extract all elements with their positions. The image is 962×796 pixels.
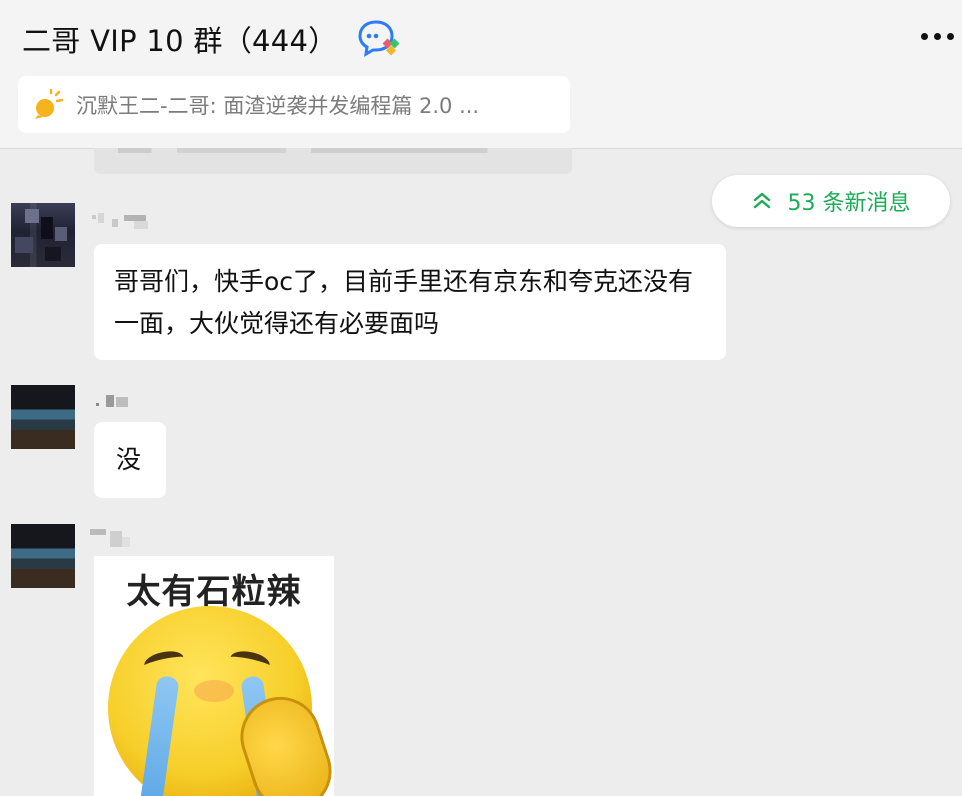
sender-nickname xyxy=(96,393,136,411)
sender-nickname xyxy=(90,527,134,547)
message-bubble[interactable]: 哥哥们，快手oc了，目前手里还有京东和夸克还没有一面，大伙觉得还有必要面吗 xyxy=(94,244,726,360)
new-messages-button[interactable]: 53 条新消息 xyxy=(712,175,950,227)
blurred-content xyxy=(118,148,538,153)
more-dots-icon[interactable] xyxy=(921,33,954,40)
crying-face-sticker[interactable]: 太有石粒辣 xyxy=(94,556,334,796)
chat-header: 二哥 VIP 10 群（444） 沉默王二-二哥: 面渣逆袭并发编程篇 2.0 … xyxy=(0,0,962,149)
previous-message-card[interactable] xyxy=(94,148,572,174)
title-row: 二哥 VIP 10 群（444） xyxy=(22,18,402,60)
avatar[interactable] xyxy=(11,385,75,449)
pinned-message[interactable]: 沉默王二-二哥: 面渣逆袭并发编程篇 2.0 ... xyxy=(18,76,570,133)
message-text: 哥哥们，快手oc了，目前手里还有京东和夸克还没有一面，大伙觉得还有必要面吗 xyxy=(114,267,694,338)
avatar[interactable] xyxy=(11,524,75,588)
bulb-icon xyxy=(32,87,64,121)
double-chevron-up-icon xyxy=(752,191,772,211)
message-bubble[interactable]: 没 xyxy=(94,422,166,498)
tear xyxy=(138,675,180,796)
pinned-text: 沉默王二-二哥: 面渣逆袭并发编程篇 2.0 ... xyxy=(76,93,480,118)
sender-nickname xyxy=(90,213,160,231)
dot xyxy=(947,33,954,40)
dot xyxy=(934,33,941,40)
dot xyxy=(921,33,928,40)
new-messages-label: 53 条新消息 xyxy=(787,191,911,216)
cheek xyxy=(194,680,234,702)
group-title[interactable]: 二哥 VIP 10 群（444） xyxy=(22,18,338,60)
eye xyxy=(228,648,272,675)
avatar[interactable] xyxy=(11,203,75,267)
chat-bubble-icon[interactable] xyxy=(358,19,402,59)
eye xyxy=(142,648,186,675)
message-text: 没 xyxy=(116,445,142,474)
